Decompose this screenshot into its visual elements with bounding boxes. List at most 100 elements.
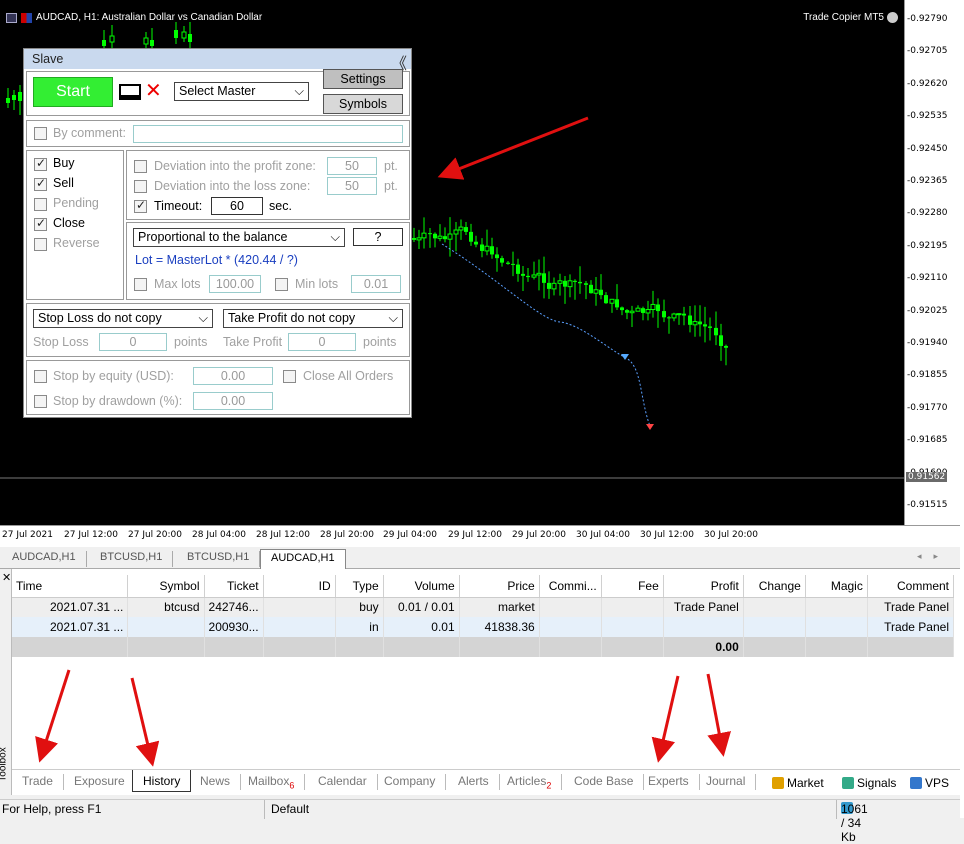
x-tick: 28 Jul 04:00 — [192, 530, 246, 540]
dev-loss-input[interactable]: 50 — [327, 177, 377, 195]
candle-body — [714, 327, 718, 336]
trade-path-line — [441, 243, 651, 427]
tab-company[interactable]: Company — [374, 774, 447, 790]
status-help: For Help, press F1 — [2, 802, 102, 816]
col-header[interactable]: Volume — [383, 575, 460, 598]
pending-checkbox[interactable] — [34, 198, 47, 211]
table-row[interactable]: 2021.07.31 ... 200930... in 0.01 41838.36 Tra… — [12, 617, 955, 637]
take-profit-input[interactable]: 0 — [288, 333, 356, 351]
chart-tab-audcad[interactable]: AUDCAD,H1 — [2, 551, 87, 567]
y-tick: -0.91855 — [907, 370, 948, 381]
tab-exposure[interactable]: Exposure — [64, 774, 136, 790]
chart-tab-btcusd-2[interactable]: BTCUSD,H1 — [177, 551, 261, 567]
chart-tab-audcad-active[interactable]: AUDCAD,H1 — [260, 549, 346, 569]
take-profit-dropdown[interactable]: Take Profit do not copy ⌵ — [223, 309, 403, 328]
col-header[interactable]: Magic — [805, 575, 868, 598]
col-header[interactable]: Time — [12, 575, 129, 598]
candle-body — [609, 298, 615, 304]
candle-body — [474, 241, 478, 245]
tab-news[interactable]: News — [190, 774, 242, 790]
close-checkbox[interactable] — [34, 216, 47, 231]
dev-profit-checkbox[interactable] — [134, 160, 147, 173]
stop-drawdown-input[interactable]: 0.00 — [193, 392, 273, 410]
chart-tab-btcusd[interactable]: BTCUSD,H1 — [90, 551, 174, 567]
stop-drawdown-checkbox[interactable] — [34, 395, 47, 408]
col-header[interactable]: Type — [335, 575, 384, 598]
timeout-input[interactable]: 60 — [211, 197, 263, 215]
candle-body — [464, 227, 468, 232]
table-cell: Trade Panel — [867, 597, 955, 617]
col-header[interactable]: Ticket — [204, 575, 264, 598]
symbols-button[interactable]: Symbols — [323, 94, 403, 114]
dev-loss-checkbox[interactable] — [134, 180, 147, 193]
lot-help-button[interactable]: ? — [353, 228, 403, 246]
tab-signals[interactable]: Signals — [832, 775, 906, 791]
table-cell — [805, 637, 868, 657]
close-all-checkbox[interactable] — [283, 370, 296, 383]
slave-panel: Slave 《 Start ✕ Select Master ⌵ Settings … — [23, 48, 412, 418]
table-cell: Trade Panel — [867, 617, 955, 637]
col-header[interactable]: Commi... — [539, 575, 602, 598]
select-master-dropdown[interactable]: Select Master ⌵ — [174, 82, 309, 101]
candle-body — [416, 237, 422, 241]
candle-body — [584, 283, 588, 285]
timeout-checkbox[interactable] — [134, 198, 147, 213]
stop-equity-checkbox[interactable] — [34, 370, 47, 383]
tab-alerts[interactable]: Alerts — [448, 774, 500, 790]
col-header[interactable]: Comment — [867, 575, 955, 598]
candle-body — [506, 262, 510, 264]
candle-body — [150, 40, 154, 46]
reverse-checkbox[interactable] — [34, 238, 47, 251]
x-tick: 30 Jul 04:00 — [576, 530, 630, 540]
tab-code-base[interactable]: Code Base — [564, 774, 645, 790]
start-button[interactable]: Start — [33, 77, 113, 107]
candle-body — [181, 31, 187, 39]
table-cell: 242746... — [204, 597, 264, 617]
candle-body — [719, 335, 723, 346]
tab-calendar[interactable]: Calendar — [308, 774, 378, 790]
col-header[interactable]: Symbol — [127, 575, 205, 598]
tab-history[interactable]: History — [132, 770, 192, 792]
tab-market[interactable]: Market — [762, 775, 834, 791]
min-lots-input[interactable]: 0.01 — [351, 275, 401, 293]
table-cell: 2021.07.31 ... — [12, 617, 129, 637]
candle-body — [536, 272, 542, 276]
col-header[interactable]: Price — [459, 575, 540, 598]
stop-loss-dropdown[interactable]: Stop Loss do not copy ⌵ — [33, 309, 213, 328]
tab-trade[interactable]: Trade — [12, 774, 64, 790]
buy-checkbox[interactable] — [34, 156, 47, 171]
candle-body — [708, 326, 712, 328]
tab-journal[interactable]: Journal — [696, 774, 757, 790]
comment-input[interactable] — [133, 125, 403, 143]
col-header[interactable]: Profit — [663, 575, 744, 598]
col-header[interactable]: Change — [743, 575, 806, 598]
candle-body — [593, 289, 599, 294]
min-lots-checkbox[interactable] — [275, 278, 288, 291]
col-header[interactable]: Fee — [601, 575, 664, 598]
stop-loss-input[interactable]: 0 — [99, 333, 167, 351]
candle-body — [143, 37, 149, 45]
table-cell — [539, 617, 602, 637]
tab-vps[interactable]: VPS — [900, 775, 959, 791]
max-lots-checkbox[interactable] — [134, 278, 147, 291]
chart-window-icon — [6, 12, 17, 23]
table-row[interactable]: 2021.07.31 ... btcusd 242746... buy 0.01 / 0… — [12, 597, 955, 617]
max-lots-input[interactable]: 100.00 — [209, 275, 261, 293]
tab-articles[interactable]: Articles2 — [497, 774, 563, 790]
tab-mailbox[interactable]: Mailbox6 — [238, 774, 306, 790]
disconnect-icon[interactable]: ✕ — [145, 78, 162, 103]
stop-by-section: Stop by equity (USD): 0.00 Close All Ord… — [26, 360, 410, 415]
by-comment-checkbox[interactable] — [34, 127, 47, 140]
tab-experts[interactable]: Experts — [638, 774, 700, 790]
col-header[interactable]: ID — [263, 575, 336, 598]
close-icon[interactable]: ✕ — [2, 571, 11, 584]
dev-profit-input[interactable]: 50 — [327, 157, 377, 175]
x-tick: 29 Jul 04:00 — [383, 530, 437, 540]
lot-mode-dropdown[interactable]: Proportional to the balance ⌵ — [133, 228, 345, 247]
monitor-icon[interactable] — [119, 84, 141, 100]
sell-checkbox[interactable] — [34, 176, 47, 191]
settings-button[interactable]: Settings — [323, 69, 403, 89]
tab-scroll-arrows[interactable]: ◂▸ — [917, 551, 950, 562]
candle-body — [671, 313, 677, 319]
stop-equity-input[interactable]: 0.00 — [193, 367, 273, 385]
